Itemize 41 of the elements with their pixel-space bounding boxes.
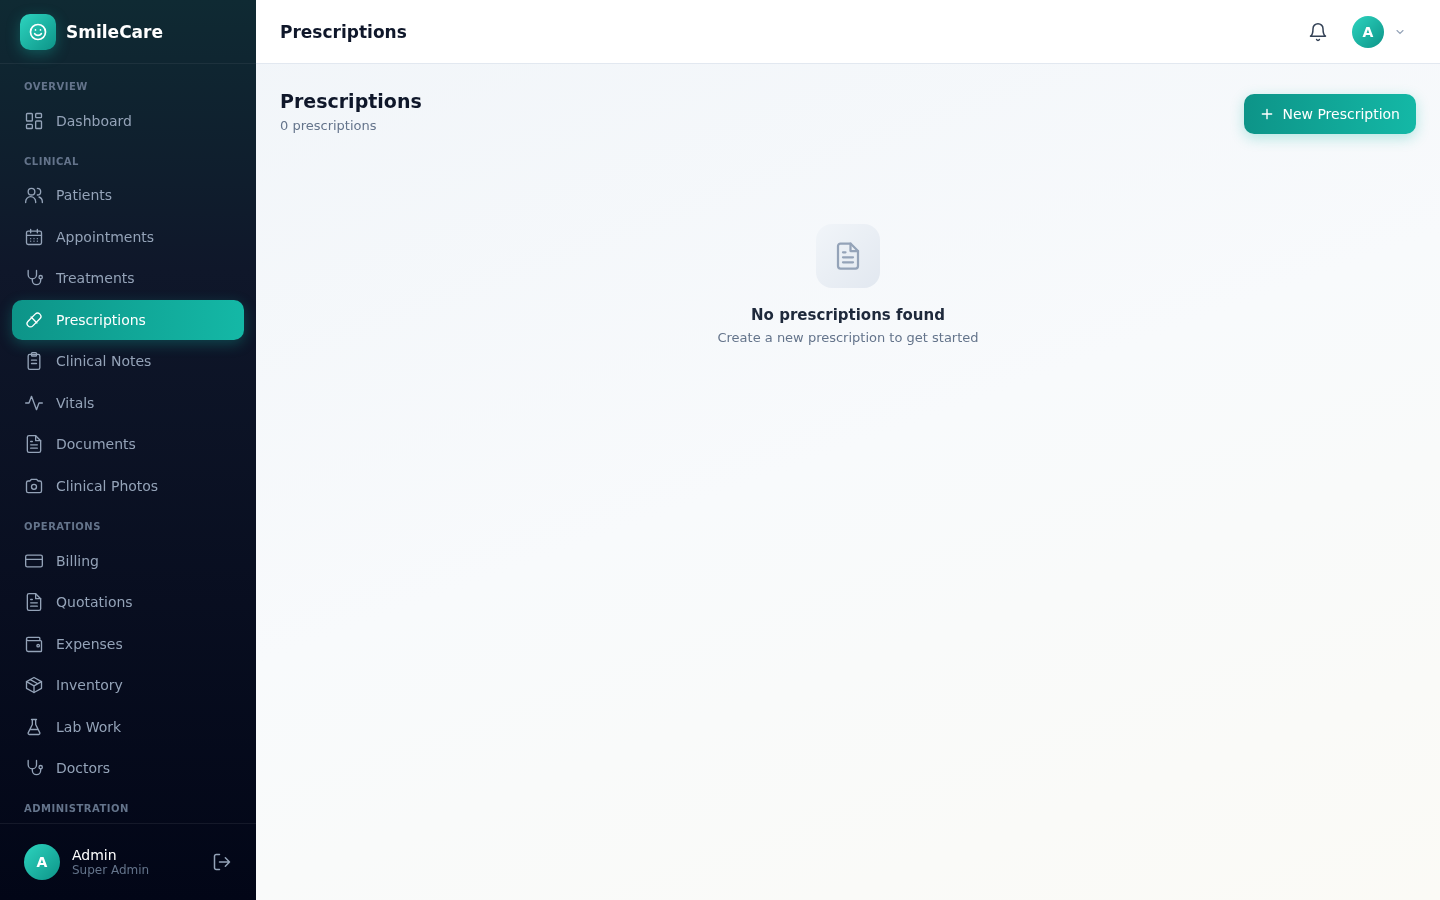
record-count: 0 prescriptions — [280, 118, 378, 133]
flask-icon — [24, 716, 44, 737]
doc-icon — [24, 592, 44, 613]
pill-icon — [24, 309, 44, 330]
section-label: ADMINISTRATION — [23, 801, 130, 816]
notification-bell-icon[interactable] — [1308, 21, 1328, 42]
nav-item[interactable]: Lab Work — [12, 706, 244, 747]
page-title: Prescriptions — [280, 90, 422, 112]
nav-item[interactable]: Clinical Notes — [12, 341, 244, 382]
cal-icon — [24, 226, 44, 247]
section-label: OVERVIEW — [23, 80, 89, 94]
box-icon — [24, 675, 44, 696]
nav-item[interactable]: Documents — [12, 424, 244, 465]
section-label: CLINICAL — [23, 154, 80, 169]
nav-item[interactable]: Clinical Photos — [12, 466, 244, 506]
users-icon — [24, 185, 44, 206]
brand-name: SmileCare — [66, 21, 163, 42]
document-icon — [816, 224, 880, 288]
section-label: OPERATIONS — [23, 519, 102, 534]
smiley-logo-icon — [20, 13, 56, 50]
user-role: Super Admin — [72, 863, 151, 877]
nav-item[interactable]: Treatments — [12, 258, 244, 299]
nav-item[interactable]: Billing — [12, 540, 244, 581]
empty-state-title: No prescriptions found — [751, 306, 945, 324]
nav-item[interactable]: Inventory — [12, 665, 244, 705]
top-bar-title: Prescriptions — [280, 21, 408, 42]
nav-item[interactable]: Appointments — [12, 217, 244, 257]
nav-item[interactable]: Vitals — [12, 383, 244, 423]
nav-item[interactable]: Quotations — [12, 582, 244, 622]
user-name: Admin — [72, 847, 118, 863]
nav-item[interactable]: Expenses — [12, 623, 244, 664]
nav-item[interactable]: Doctors — [12, 748, 244, 788]
dash-icon — [24, 110, 44, 131]
cam-icon — [24, 476, 44, 496]
user-avatar: A — [24, 844, 60, 880]
nav-item[interactable]: Dashboard — [12, 101, 244, 141]
plus-icon — [1260, 107, 1275, 121]
nav-item[interactable]: Patients — [12, 175, 244, 216]
doc-icon — [24, 434, 44, 455]
logout-icon[interactable] — [212, 852, 232, 872]
empty-state-message: Create a new prescription to get started — [717, 330, 979, 345]
